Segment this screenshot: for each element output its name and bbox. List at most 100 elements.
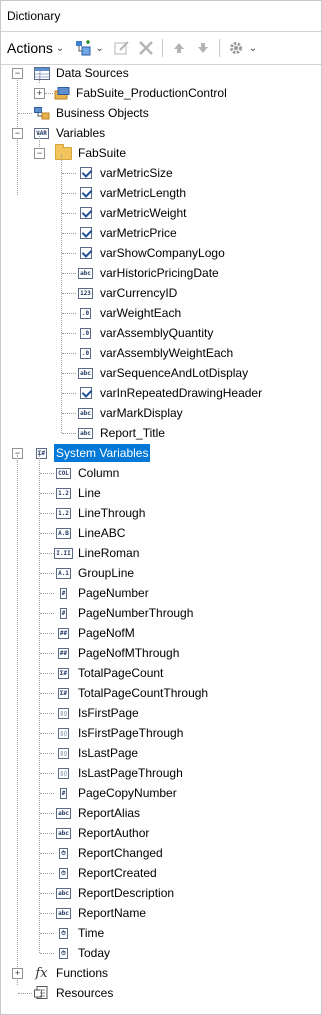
node-label: Column: [78, 466, 120, 480]
tree-guide: [40, 693, 54, 694]
tree-node-system-variable[interactable]: abc ReportAlias: [55, 803, 142, 823]
system-variables-icon: Σ#: [35, 447, 48, 459]
tree-guide: [40, 613, 54, 614]
node-label: varHistoricPricingDate: [100, 266, 219, 280]
tree-guide: [18, 993, 32, 994]
tree-guide: [62, 333, 76, 334]
variable-type-icon: ▯▯: [57, 727, 70, 739]
tree-node-system-variables[interactable]: Σ# System Variables: [33, 443, 151, 463]
tree-node-system-variable[interactable]: ⏱ ReportCreated: [55, 863, 159, 883]
tree-node-system-variable[interactable]: # PageNumberThrough: [55, 603, 195, 623]
tree-node-system-variable[interactable]: ⏱ Today: [55, 943, 112, 963]
tree-node-system-variable[interactable]: ⏱ Time: [55, 923, 106, 943]
tree-node-variable[interactable]: varShowCompanyLogo: [77, 243, 227, 263]
tree-node-system-variable[interactable]: COL Column: [55, 463, 121, 483]
variable-type-icon: ▯▯: [57, 767, 70, 779]
tree-node-system-variable[interactable]: ▯▯ IsFirstPageThrough: [55, 723, 185, 743]
tree-node-system-variable[interactable]: I.II LineRoman: [54, 543, 141, 563]
delete-button[interactable]: [136, 38, 156, 58]
node-label: varCurrencyID: [100, 286, 178, 300]
checkbox-icon: [77, 387, 94, 400]
variable-type-icon: ##: [57, 627, 70, 639]
node-label: varShowCompanyLogo: [100, 246, 225, 260]
tree-node-variable[interactable]: varMetricSize: [77, 163, 175, 183]
tree-node-system-variable[interactable]: Σ# TotalPageCountThrough: [55, 683, 210, 703]
tree-node-system-variable[interactable]: Σ# TotalPageCount: [55, 663, 165, 683]
tree-node-variable[interactable]: abc varHistoricPricingDate: [77, 263, 221, 283]
variable-type-icon: 1.2: [56, 487, 71, 499]
collapse-icon[interactable]: −: [34, 148, 45, 159]
tree-node-system-variable[interactable]: # PageCopyNumber: [55, 783, 179, 803]
settings-dropdown-icon[interactable]: ⌄: [249, 43, 257, 54]
tree-node-system-variable[interactable]: ▯▯ IsFirstPage: [55, 703, 141, 723]
node-label: ReportName: [78, 906, 147, 920]
tree-node-system-variable[interactable]: 1.2 Line: [55, 483, 103, 503]
expand-icon[interactable]: +: [12, 968, 23, 979]
tree-guide: [40, 673, 54, 674]
tree-node-system-variable[interactable]: ⏱ ReportChanged: [55, 843, 165, 863]
settings-button[interactable]: [226, 38, 246, 58]
tree-node-functions[interactable]: fx Functions: [33, 963, 110, 983]
tree-node-variable[interactable]: abc varMarkDisplay: [77, 403, 185, 423]
tree-guide: [40, 773, 54, 774]
tree-node-system-variable[interactable]: abc ReportName: [55, 903, 148, 923]
tree-node-variables[interactable]: VAR Variables: [33, 123, 107, 143]
node-label: varAssemblyQuantity: [100, 326, 214, 340]
new-item-button[interactable]: [74, 38, 94, 58]
tree-node-system-variable[interactable]: # PageNumber: [55, 583, 151, 603]
tree-node-fabsuite-folder[interactable]: FabSuite: [55, 143, 128, 163]
tree-node-system-variable[interactable]: ## PageNofMThrough: [55, 643, 181, 663]
tree-node-system-variable[interactable]: 1.2 LineThrough: [55, 503, 147, 523]
tree-node-system-variable[interactable]: ## PageNofM: [55, 623, 137, 643]
new-item-dropdown-icon[interactable]: ⌄: [95, 43, 103, 54]
tree-node-variable[interactable]: .0 varAssemblyWeightEach: [77, 343, 235, 363]
tree-node-resources[interactable]: Resources: [33, 983, 115, 1003]
tree-node-variable[interactable]: .0 varAssemblyQuantity: [77, 323, 215, 343]
move-down-button[interactable]: [193, 38, 213, 58]
tree-node-variable[interactable]: .0 varWeightEach: [77, 303, 183, 323]
tree-node-variable[interactable]: abc Report_Title: [77, 423, 167, 443]
tree-node-variable[interactable]: 123 varCurrencyID: [77, 283, 179, 303]
tree-node-system-variable[interactable]: A.1 GroupLine: [55, 563, 136, 583]
node-label: Variables: [56, 126, 106, 140]
checkbox-icon: [77, 207, 94, 220]
tree-guide: [17, 455, 18, 985]
tree-node-data-sources[interactable]: Data Sources: [33, 63, 131, 83]
variable-type-icon: abc: [56, 827, 71, 839]
tree-guide: [40, 833, 54, 834]
folder-icon: [55, 143, 72, 160]
tree-node-system-variable[interactable]: abc ReportDescription: [55, 883, 176, 903]
dictionary-panel: Dictionary Actions ⌄ ⌄ ⌄ − Data Sources …: [0, 0, 322, 1015]
tree-node-variable[interactable]: varMetricLength: [77, 183, 188, 203]
tree-guide: [62, 353, 76, 354]
business-objects-icon: [33, 106, 50, 120]
actions-menu-button[interactable]: Actions ⌄: [7, 40, 64, 56]
node-label: IsLastPageThrough: [78, 766, 183, 780]
tree-node-system-variable[interactable]: abc ReportAuthor: [55, 823, 151, 843]
node-label: ReportCreated: [78, 866, 157, 880]
tree-node-system-variable[interactable]: ▯▯ IsLastPage: [55, 743, 140, 763]
variable-type-icon: #: [59, 787, 68, 799]
variable-type-icon: I.II: [54, 547, 73, 559]
node-label: Line: [78, 486, 101, 500]
tree-node-variable[interactable]: abc varSequenceAndLotDisplay: [77, 363, 250, 383]
tree-node-system-variable[interactable]: ▯▯ IsLastPageThrough: [55, 763, 185, 783]
tree-guide: [40, 473, 54, 474]
tree-node-system-variable[interactable]: A.B LineABC: [55, 523, 127, 543]
variable-type-icon: abc: [56, 887, 71, 899]
node-label: ReportDescription: [78, 886, 175, 900]
tree-node-variable[interactable]: varInRepeatedDrawingHeader: [77, 383, 264, 403]
tree-node-variable[interactable]: varMetricWeight: [77, 203, 188, 223]
actions-label: Actions: [7, 40, 53, 56]
move-up-button[interactable]: [169, 38, 189, 58]
variable-type-icon: A.B: [56, 527, 71, 539]
tree-node-fabsuite-productioncontrol[interactable]: FabSuite_ProductionControl: [53, 83, 229, 103]
edit-button[interactable]: [112, 38, 132, 58]
tree-node-variable[interactable]: varMetricPrice: [77, 223, 179, 243]
collapse-icon[interactable]: −: [12, 68, 23, 79]
expand-icon[interactable]: +: [34, 88, 45, 99]
collapse-icon[interactable]: −: [12, 128, 23, 139]
tree-guide: [61, 155, 62, 433]
variable-type-icon: ▯▯: [57, 747, 70, 759]
tree-node-business-objects[interactable]: Business Objects: [33, 103, 151, 123]
